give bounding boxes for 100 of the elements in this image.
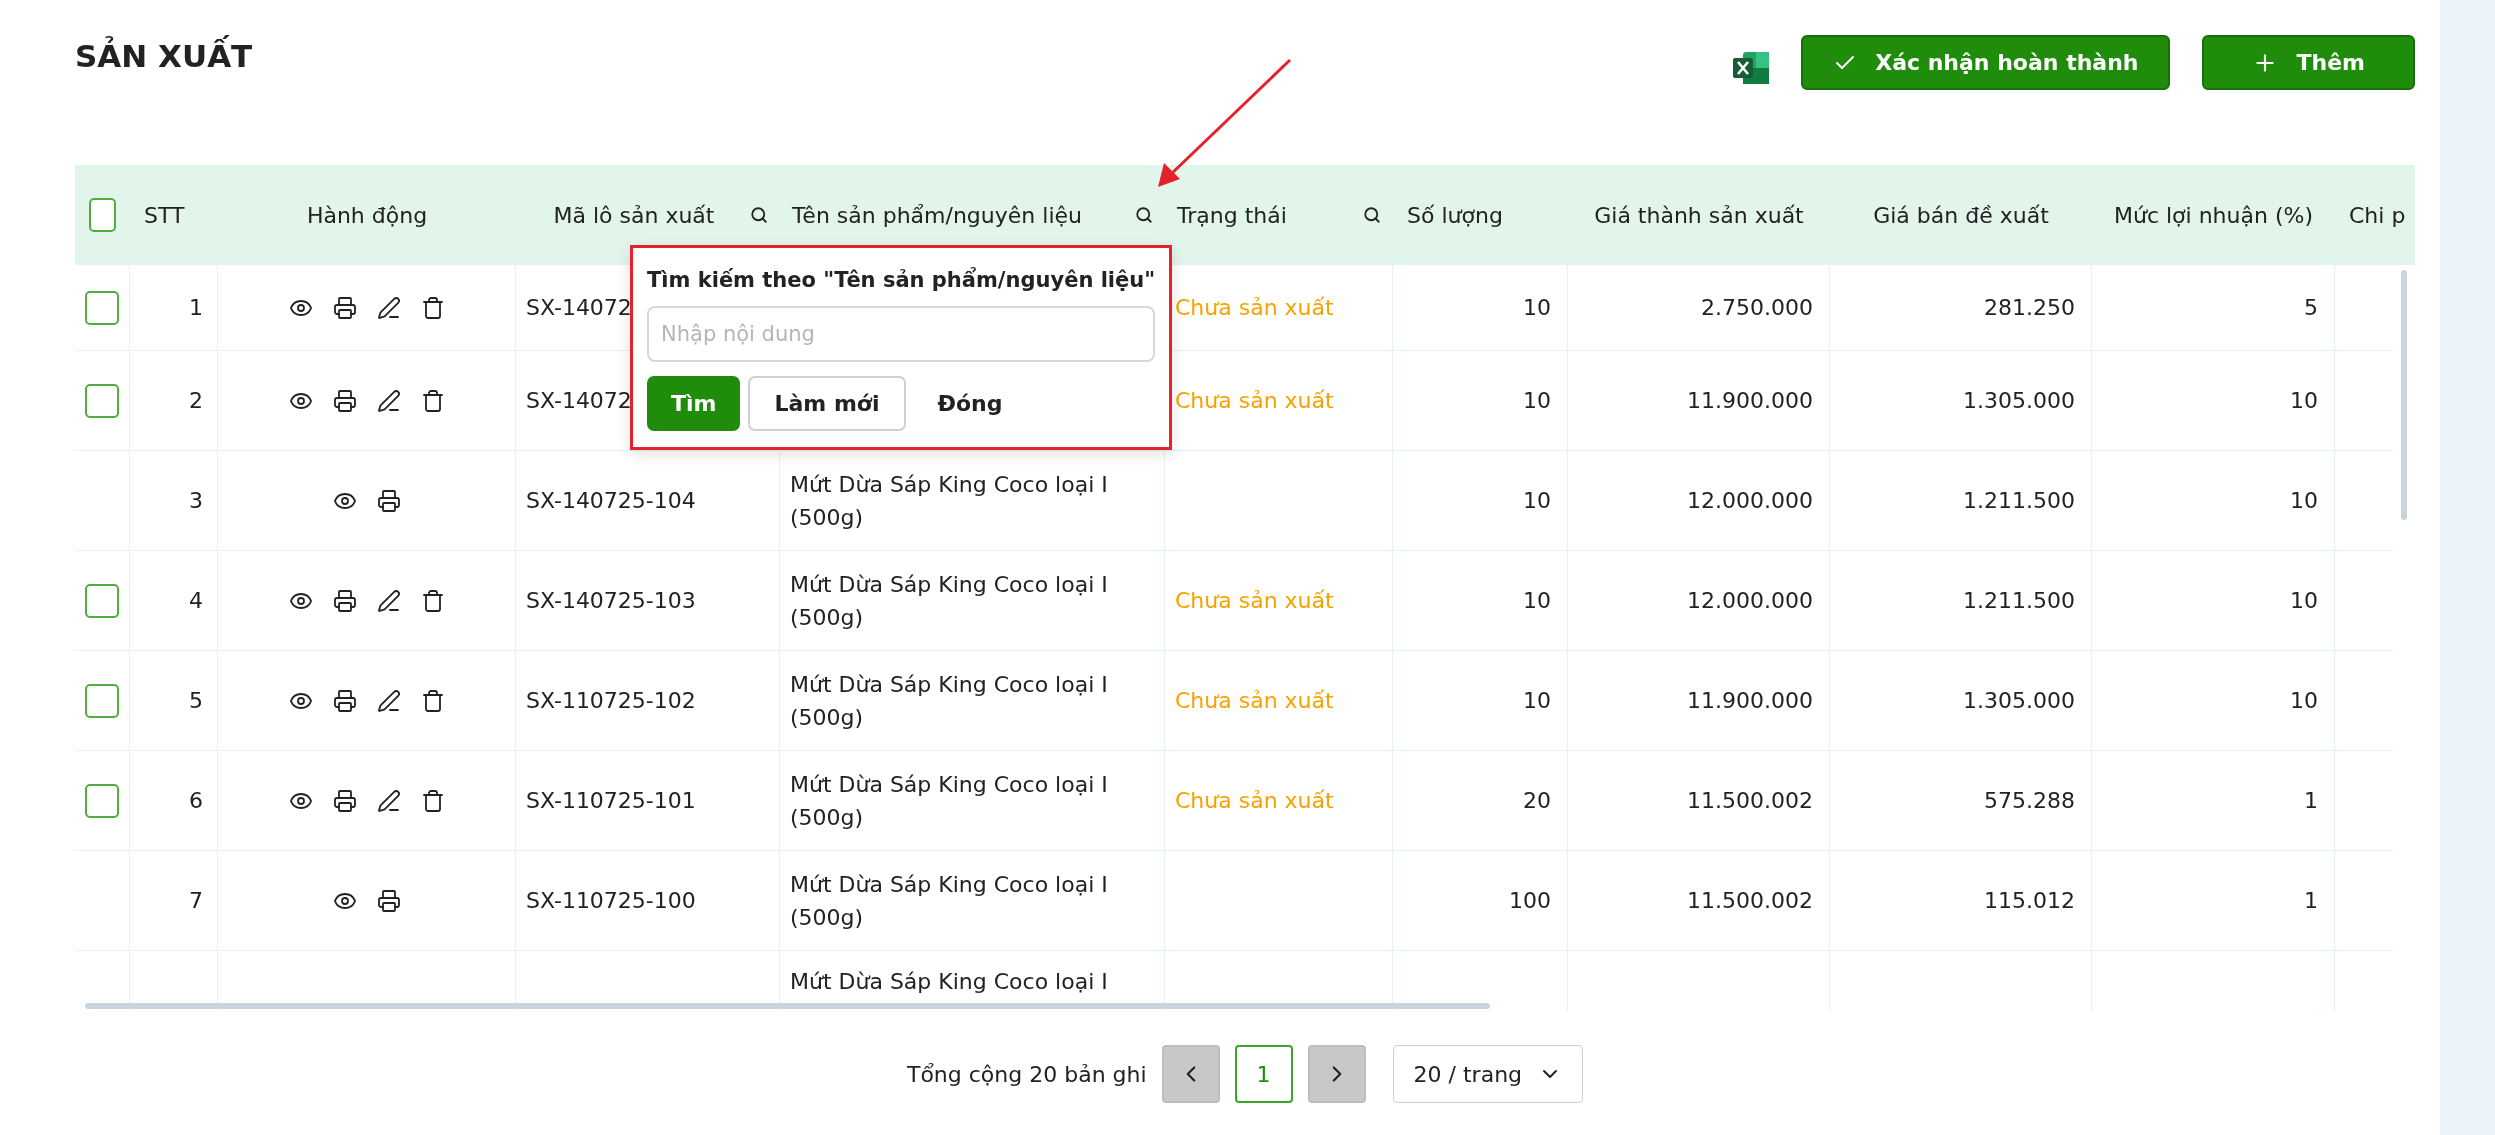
checkbox[interactable] (85, 583, 119, 618)
edit-icon[interactable] (376, 788, 401, 813)
row-number: 7 (189, 887, 203, 915)
cell-text: SX-110725-101 (526, 787, 696, 815)
checkbox[interactable] (89, 198, 116, 232)
add-button[interactable]: Thêm (2202, 35, 2415, 90)
cell-text: 575.288 (1984, 787, 2075, 815)
cell-text: 12.000.000 (1687, 587, 1813, 615)
cell-text: 11.900.000 (1687, 387, 1813, 415)
cell-text: Mứt Dừa Sáp King Coco loại I (500g) (790, 670, 1109, 732)
delete-icon[interactable] (420, 295, 445, 320)
status-text: Chưa sản xuất (1175, 387, 1334, 415)
cell-text: Mứt Dừa Sáp King Coco loại I (790, 968, 1108, 996)
cell-text: 10 (1523, 387, 1551, 415)
column-header: Hành động (306, 202, 428, 228)
cell-text: Mứt Dừa Sáp King Coco loại I (500g) (790, 470, 1109, 532)
delete-icon[interactable] (420, 788, 445, 813)
cell-text: 10 (2290, 587, 2318, 615)
cell-text: 1.305.000 (1963, 387, 2075, 415)
cell-text: 20 (1523, 787, 1551, 815)
cell-text: 115.012 (1984, 887, 2075, 915)
cell-text: 1.305.000 (1963, 687, 2075, 715)
row-number: 4 (189, 587, 203, 615)
print-icon[interactable] (332, 788, 357, 813)
print-icon[interactable] (332, 295, 357, 320)
cell-text: 1.211.500 (1963, 487, 2075, 515)
status-text: Chưa sản xuất (1175, 587, 1334, 615)
edit-icon[interactable] (376, 688, 401, 713)
print-icon[interactable] (332, 688, 357, 713)
cell-text: 1 (2304, 787, 2318, 815)
delete-icon[interactable] (420, 688, 445, 713)
search-icon[interactable] (1135, 206, 1153, 224)
cell-text: 10 (2290, 387, 2318, 415)
total-records: Tổng cộng 20 bản ghi (906, 1061, 1147, 1087)
checkbox[interactable] (85, 783, 119, 818)
search-input[interactable]: Nhập nội dung (647, 306, 1155, 362)
column-header: STT (144, 202, 185, 228)
column-header: Mã lô sản xuất (552, 202, 716, 228)
page-size-select[interactable]: 20 / trang (1392, 1045, 1584, 1103)
column-header: Mức lợi nhuận (%) (2114, 202, 2313, 228)
cell-text: 100 (1509, 887, 1551, 915)
cell-text: SX-110725-100 (526, 887, 696, 915)
status-text: Chưa sản xuất (1175, 687, 1334, 715)
cell-text: 2.750.000 (1701, 294, 1813, 322)
row-number: 1 (189, 294, 203, 322)
row-number: 6 (189, 787, 203, 815)
cell-text: Mứt Dừa Sáp King Coco loại I (500g) (790, 570, 1109, 632)
cell-text: 10 (2290, 687, 2318, 715)
print-icon[interactable] (376, 888, 401, 913)
column-header: Tên sản phẩm/nguyên liệu (792, 202, 1083, 228)
cell-text: Mứt Dừa Sáp King Coco loại I (500g) (790, 770, 1109, 832)
print-icon[interactable] (376, 488, 401, 513)
column-header: Giá thành sản xuất (1594, 202, 1804, 228)
scrollbar-thumb[interactable] (85, 1003, 1490, 1009)
status-text: Chưa sản xuất (1175, 787, 1334, 815)
cell-text: 10 (1523, 487, 1551, 515)
popup-title: Tìm kiếm theo "Tên sản phẩm/nguyên liệu" (647, 268, 1155, 292)
checkbox[interactable] (85, 290, 119, 325)
edit-icon[interactable] (376, 295, 401, 320)
cell-text: 12.000.000 (1687, 487, 1813, 515)
row-number: 3 (189, 487, 203, 515)
search-button[interactable]: Tìm (647, 376, 741, 431)
cell-text: 1.211.500 (1963, 587, 2075, 615)
cell-text: 11.500.002 (1687, 787, 1813, 815)
delete-icon[interactable] (420, 388, 445, 413)
cell-text: 10 (1523, 587, 1551, 615)
cell-text: Mứt Dừa Sáp King Coco loại I (500g) (790, 870, 1109, 932)
page-button[interactable]: 1 (1234, 1045, 1293, 1103)
edit-icon[interactable] (376, 388, 401, 413)
cell-text: SX-140725-104 (526, 487, 696, 515)
reset-button[interactable]: Làm mới (748, 376, 906, 431)
status-text: Chưa sản xuất (1175, 294, 1334, 322)
cell-text: 281.250 (1984, 294, 2075, 322)
column-header: Trạng thái (1177, 202, 1288, 228)
cell-text: 11.500.002 (1687, 887, 1813, 915)
cell-text: 10 (2290, 487, 2318, 515)
cell-text: SX-110725-102 (526, 687, 696, 715)
cell-text: 1 (2304, 887, 2318, 915)
column-header: Chi p (2349, 202, 2406, 228)
print-icon[interactable] (332, 588, 357, 613)
row-number: 2 (189, 387, 203, 415)
column-header: Giá bán đề xuất (1873, 202, 2049, 228)
search-icon[interactable] (750, 206, 768, 224)
print-icon[interactable] (332, 388, 357, 413)
cell-text: SX-140725-103 (526, 587, 696, 615)
cell-text: 11.900.000 (1687, 687, 1813, 715)
checkbox[interactable] (85, 683, 119, 718)
cell-text: SX-14072 (526, 294, 632, 322)
confirm-button[interactable]: Xác nhận hoàn thành (1801, 35, 2171, 90)
column-header: Số lượng (1407, 202, 1503, 228)
row-number: 5 (189, 687, 203, 715)
cell-text: 10 (1523, 294, 1551, 322)
cell-text: SX-14072 (526, 387, 632, 415)
edit-icon[interactable] (376, 588, 401, 613)
cell-text: 5 (2304, 294, 2318, 322)
cell-text: 10 (1523, 687, 1551, 715)
scrollbar-thumb[interactable] (2401, 270, 2407, 520)
checkbox[interactable] (85, 383, 119, 418)
delete-icon[interactable] (420, 588, 445, 613)
search-icon[interactable] (1363, 206, 1381, 224)
